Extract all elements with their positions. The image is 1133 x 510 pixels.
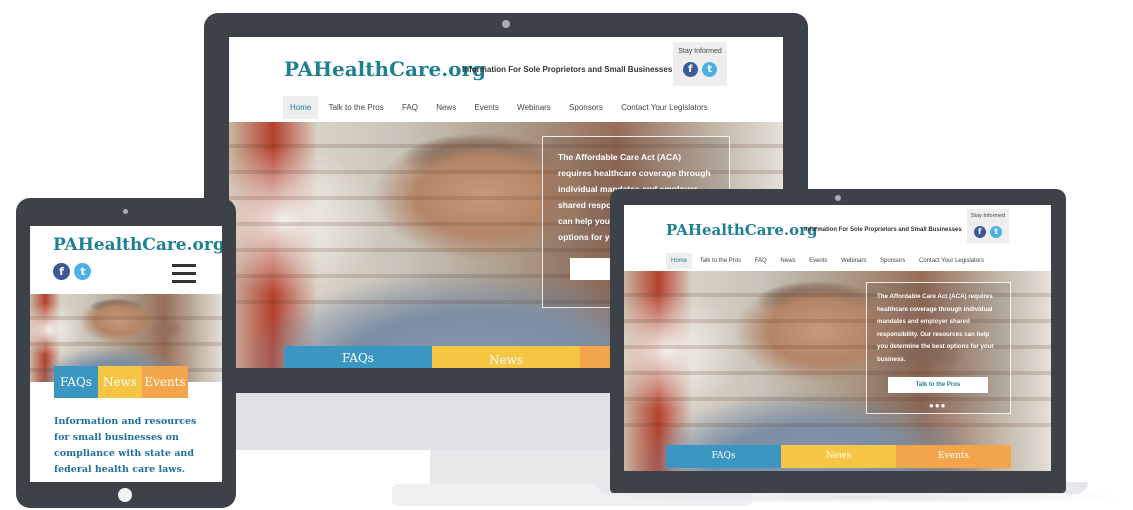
tile-events[interactable]: Events xyxy=(142,366,188,398)
camera-dot-icon xyxy=(123,209,128,214)
home-button-icon[interactable] xyxy=(118,488,132,502)
mobile-intro-text: Information and resources for small busi… xyxy=(54,416,197,475)
site-logo[interactable]: PAHealthCare.org xyxy=(53,235,222,255)
tablet-screen: PAHealthCare.org f t FAQs News Events In… xyxy=(30,226,222,482)
tile-news[interactable]: News xyxy=(98,366,142,398)
tile-faqs[interactable]: FAQs xyxy=(54,366,98,398)
twitter-icon[interactable]: t xyxy=(74,263,92,280)
facebook-icon[interactable]: f xyxy=(53,263,70,280)
social-icons: f t xyxy=(53,262,92,280)
hamburger-menu-icon[interactable] xyxy=(172,264,196,288)
tablet-device: PAHealthCare.org f t FAQs News Events In… xyxy=(0,0,1133,510)
